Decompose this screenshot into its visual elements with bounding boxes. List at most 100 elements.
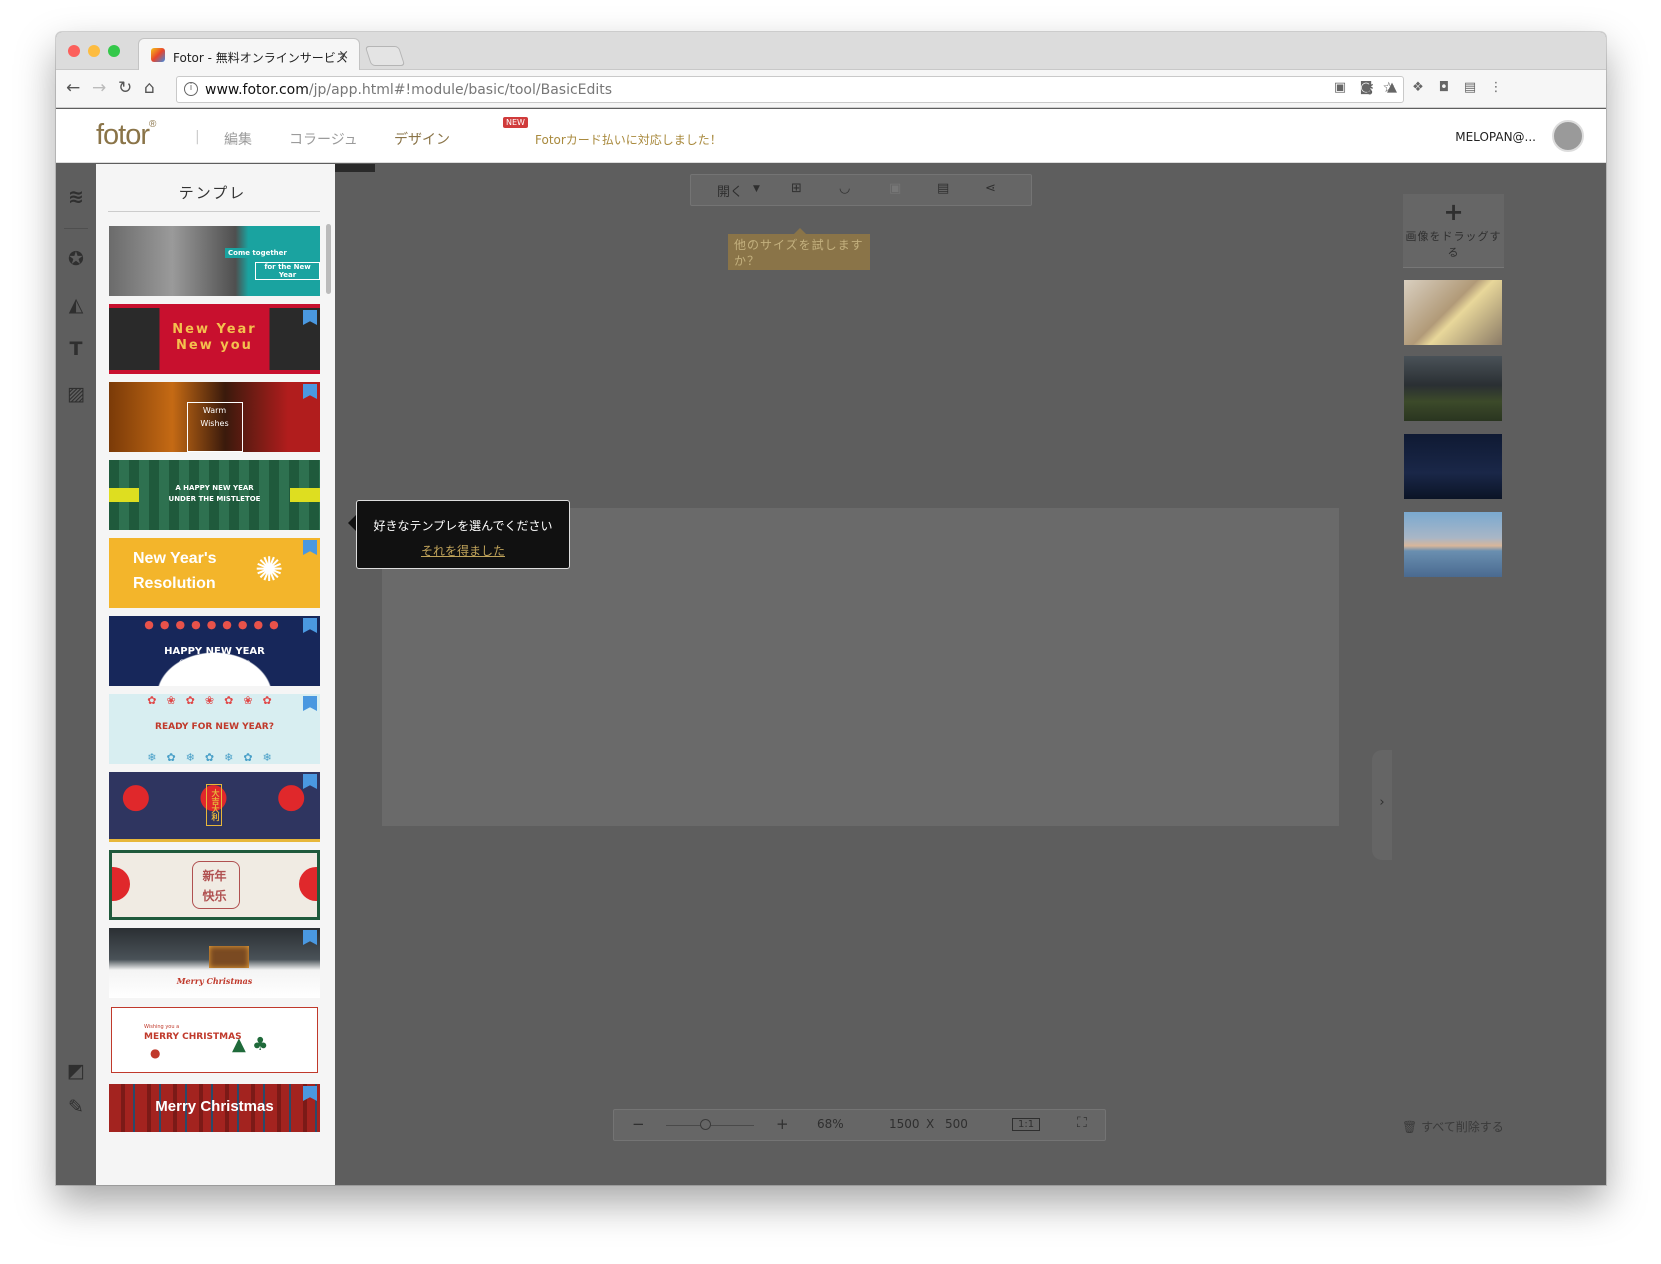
template-thumbnail[interactable]: New Year's Resolution ✺ — [109, 538, 320, 608]
template-panel: テンプレ Come together for the New Year New … — [96, 164, 335, 1185]
home-icon[interactable]: ⌂ — [144, 78, 155, 98]
edit-icon[interactable]: ✎ — [65, 1096, 87, 1118]
template-thumbnail[interactable]: Come together for the New Year — [109, 226, 320, 296]
template-thumbnail[interactable]: ●●●●●●●●● HAPPY NEW YEAR Get Ready to Ce… — [109, 616, 320, 686]
canvas-height[interactable]: 500 — [945, 1117, 968, 1131]
open-button[interactable]: 開く — [717, 181, 743, 200]
avatar[interactable] — [1552, 120, 1584, 152]
collapse-panel-button[interactable]: › — [1372, 750, 1392, 860]
cabin-icon — [209, 946, 249, 968]
minimize-window-button[interactable] — [88, 45, 100, 57]
sticker-icon[interactable]: ✪ — [65, 248, 87, 270]
template-thumbnail[interactable]: ●●●● 大吉大利 — [109, 772, 320, 842]
delete-all-label: すべて削除する — [1421, 1120, 1504, 1134]
dropbox-icon[interactable]: ❖ — [1410, 80, 1426, 96]
delete-all-button[interactable]: 🗑 すべて削除する — [1402, 1118, 1504, 1135]
logo-text: fotor — [96, 119, 150, 151]
canvas-width[interactable]: 1500 — [889, 1117, 920, 1131]
info-icon[interactable]: i — [184, 82, 198, 96]
size-separator: X — [926, 1117, 935, 1131]
hint-message: 好きなテンプレを選んでください — [373, 519, 553, 533]
zoom-out-button[interactable]: − — [632, 1115, 645, 1133]
shapes-icon[interactable]: ◭ — [65, 294, 87, 316]
url-host: www.fotor.com — [205, 82, 309, 98]
template-thumbnail[interactable]: New Year New you — [109, 304, 320, 374]
zoom-in-button[interactable]: + — [776, 1115, 789, 1133]
registered-mark: ® — [149, 119, 156, 130]
template-thumbnail[interactable]: A HAPPY NEW YEAR UNDER THE MISTLETOE — [109, 460, 320, 530]
address-bar[interactable]: i www.fotor.com/jp/app.html#!module/basi… — [176, 76, 1404, 103]
template-line-1: Warm — [202, 406, 227, 415]
share-icon[interactable]: ⋖ — [985, 181, 996, 196]
camera-icon[interactable]: ◘ — [1436, 80, 1452, 96]
trees-icon: ▲ ♣ — [232, 1034, 269, 1055]
payment-notice-link[interactable]: Fotorカード払いに対応しました！ — [535, 131, 722, 148]
tab-close-icon[interactable]: × — [338, 48, 349, 63]
panel-edge — [335, 164, 375, 172]
fotor-logo[interactable]: fotor® — [96, 119, 156, 152]
zoom-bar: − + 68% 1500 X 500 1:1 ⛶ — [613, 1109, 1106, 1141]
trash-icon: 🗑 — [1402, 1120, 1422, 1134]
got-it-link[interactable]: それを得ました — [357, 542, 569, 559]
template-line-1: HAPPY NEW YEAR — [164, 646, 265, 657]
image-thumbnail[interactable] — [1404, 356, 1502, 421]
puzzle-icon[interactable]: ▤ — [1462, 80, 1478, 96]
tab-bar: Fotor - 無料オンラインサービス × — [56, 32, 1606, 70]
reload-icon[interactable]: ↻ — [118, 78, 132, 98]
actual-size-button[interactable]: 1:1 — [1012, 1118, 1041, 1131]
template-thumbnail[interactable]: Merry Christmas — [109, 928, 320, 998]
menu-separator: | — [195, 129, 200, 145]
ornaments-icon: ●●●●●●●●● — [144, 618, 285, 631]
zoom-window-button[interactable] — [108, 45, 120, 57]
flowers-icon: ✿❀✿❀✿❀✿ — [147, 694, 282, 707]
image-thumbnail[interactable] — [1404, 434, 1502, 499]
zoom-slider-handle[interactable] — [700, 1119, 711, 1130]
template-thumbnail[interactable]: Warm Wishes — [109, 382, 320, 452]
user-name[interactable]: MELOPAN@... — [1455, 130, 1536, 144]
template-line-1: A HAPPY NEW YEAR — [175, 484, 254, 492]
template-line-1: New Year — [172, 322, 257, 337]
menu-dots-icon[interactable]: ⋮ — [1488, 80, 1504, 96]
drive-icon[interactable]: ▲ — [1384, 80, 1400, 96]
resize-icon[interactable]: ◩ — [65, 1060, 87, 1082]
template-line-2: Get Ready to Celebrate — [179, 659, 250, 666]
panel-scrollbar[interactable] — [326, 224, 331, 294]
background-pattern-icon[interactable]: ▨ — [65, 383, 87, 405]
bird-icon: ● — [150, 1046, 161, 1060]
firework-icon: ✺ — [255, 550, 284, 590]
template-line-1: 大吉大利 — [206, 784, 222, 826]
add-image-dropzone[interactable]: + 画像をドラッグする — [1403, 194, 1504, 268]
browser-window: Fotor - 無料オンラインサービス × ← → ↻ ⌂ i www.foto… — [56, 32, 1606, 1185]
template-line-1: Wishing you a — [144, 1024, 180, 1030]
size-tooltip[interactable]: 他のサイズを試しますか？ — [728, 228, 870, 270]
menu-design[interactable]: デザイン — [394, 129, 450, 149]
browser-tab[interactable]: Fotor - 無料オンラインサービス × — [138, 38, 360, 70]
close-window-button[interactable] — [68, 45, 80, 57]
image-thumbnail[interactable] — [1404, 512, 1502, 577]
snowflakes-icon: ❄✿❄✿❄✿❄ — [147, 751, 282, 764]
fullscreen-icon[interactable]: ⛶ — [1077, 1115, 1087, 1131]
premium-badge-icon — [303, 384, 317, 399]
copy-icon[interactable]: ▣ — [889, 181, 901, 196]
text-icon[interactable]: T — [65, 338, 87, 360]
image-thumbnail[interactable] — [1404, 280, 1502, 345]
extension-icon[interactable]: ▣ — [1332, 80, 1348, 96]
save-icon[interactable]: ▤ — [937, 181, 949, 196]
back-icon[interactable]: ← — [66, 78, 80, 98]
template-thumbnail[interactable]: 新年 快乐 — [109, 850, 320, 920]
undo-curve-icon[interactable]: ◡ — [839, 181, 850, 196]
pocket-icon[interactable]: ◙ — [1358, 80, 1374, 96]
template-thumbnail[interactable]: Merry Christmas — [109, 1084, 320, 1132]
navigation-bar: ← → ↻ ⌂ i www.fotor.com/jp/app.html#!mod… — [56, 70, 1606, 108]
add-page-icon[interactable]: ⊞ — [791, 181, 802, 196]
premium-badge-icon — [303, 696, 317, 711]
menu-collage[interactable]: コラージュ — [289, 129, 358, 149]
layers-icon[interactable]: ≋ — [65, 186, 87, 208]
template-thumbnail[interactable]: Wishing you a MERRY CHRISTMAS ▲ ♣ ● — [111, 1007, 318, 1073]
template-thumbnail[interactable]: ✿❀✿❀✿❀✿ READY FOR NEW YEAR? ❄✿❄✿❄✿❄ — [109, 694, 320, 764]
new-tab-button[interactable] — [364, 46, 406, 66]
menu-edit[interactable]: 編集 — [224, 129, 252, 149]
tab-title: Fotor - 無料オンラインサービス — [173, 51, 348, 65]
forward-icon[interactable]: → — [92, 78, 106, 98]
chevron-down-icon[interactable]: ▼ — [753, 184, 760, 194]
